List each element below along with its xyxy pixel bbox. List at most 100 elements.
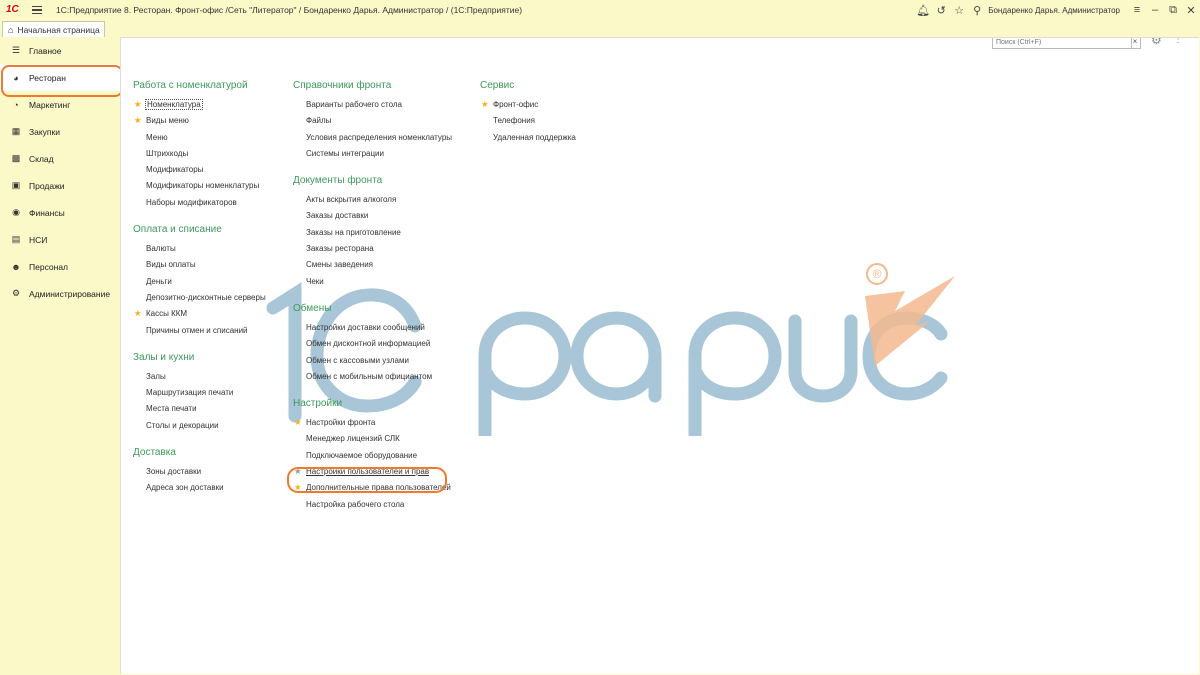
link-cancel-reasons[interactable]: Причины отмен и списаний: [133, 324, 266, 340]
group-title: Справочники фронта: [293, 80, 392, 91]
search-input[interactable]: [992, 38, 1132, 49]
link-delivery-zones[interactable]: Зоны доставки: [133, 465, 266, 481]
link-cooking-orders[interactable]: Заказы на приготовление: [293, 226, 452, 242]
link-menu-types[interactable]: ★ Виды меню: [133, 114, 266, 130]
favorite-star-icon: ★: [134, 99, 142, 109]
link-tables-decor[interactable]: Столы и декорации: [133, 419, 266, 435]
marketing-icon: ◔: [13, 99, 19, 110]
sidebar-item-restaurant[interactable]: ◕ Ресторан: [0, 64, 120, 91]
group-title: Залы и кухни: [133, 351, 195, 363]
link-front-office[interactable]: ★ Фронт-офис: [480, 98, 576, 114]
sidebar-item-personnel[interactable]: ☻ Персонал: [0, 253, 120, 280]
group-title: Работа с номенклатурой: [133, 80, 248, 91]
group-title: Оплата и списание: [133, 224, 222, 236]
current-user[interactable]: Бондаренко Дарья. Администратор: [988, 6, 1120, 15]
column-2: Справочники фронта Варианты рабочего сто…: [293, 80, 452, 514]
link-payment-types[interactable]: Виды оплаты: [133, 258, 266, 274]
favorite-star-icon: ★: [134, 308, 142, 319]
link-integration-systems[interactable]: Системы интеграции: [293, 147, 452, 163]
restaurant-icon: ◕: [13, 72, 19, 83]
link-front-settings[interactable]: ★ Настройки фронта: [293, 416, 452, 432]
tab-home-label: Начальная страница: [17, 24, 100, 35]
personnel-icon: ☻: [11, 261, 21, 272]
sidebar-item-label: Продажи: [29, 180, 65, 191]
link-additional-user-rights[interactable]: ★ Дополнительные права пользователей: [293, 481, 452, 497]
link-desktop-variants[interactable]: Варианты рабочего стола: [293, 98, 452, 114]
link-halls[interactable]: Залы: [133, 370, 266, 386]
sidebar-item-sales[interactable]: ▣ Продажи: [0, 172, 120, 199]
bell-icon[interactable]: 🔔︎: [914, 0, 932, 20]
link-files[interactable]: Файлы: [293, 114, 452, 130]
group-title: Настройки: [293, 398, 343, 410]
search-icon[interactable]: ⚲: [968, 0, 986, 20]
link-receipts[interactable]: Чеки: [293, 275, 452, 291]
sidebar-item-administration[interactable]: ⚙ Администрирование: [0, 280, 120, 307]
favorite-star-icon: ★: [134, 115, 142, 126]
link-user-rights-settings[interactable]: ★ Настройки пользователей и прав: [293, 465, 452, 481]
link-discount-exchange[interactable]: Обмен дисконтной информацией: [293, 337, 452, 353]
column-3: Сервис ★ Фронт-офис Телефония Удаленная п…: [480, 80, 576, 147]
link-print-routing[interactable]: Маршрутизация печати: [133, 386, 266, 402]
sidebar-item-warehouse[interactable]: ▩ Склад: [0, 145, 120, 172]
link-telephony[interactable]: Телефония: [480, 114, 576, 130]
sidebar-item-label: Маркетинг: [29, 99, 71, 110]
sidebar-item-main[interactable]: ☰ Главное: [0, 37, 120, 64]
sales-icon: ▣: [11, 180, 21, 190]
reference-icon: ▤: [11, 234, 21, 244]
link-license-manager[interactable]: Менеджер лицензий СЛК: [293, 432, 452, 448]
sidebar-item-label: Склад: [29, 153, 54, 164]
favorites-star-icon[interactable]: ☆: [950, 0, 968, 20]
group-title: Доставка: [133, 447, 176, 459]
link-print-places[interactable]: Места печати: [133, 402, 266, 418]
sidebar-item-finance[interactable]: ◉ Финансы: [0, 199, 120, 226]
link-delivery-zone-addresses[interactable]: Адреса зон доставки: [133, 481, 266, 497]
search-clear-button[interactable]: ×: [1130, 38, 1141, 49]
history-icon[interactable]: ↺: [932, 0, 950, 20]
link-cash-node-exchange[interactable]: Обмен с кассовыми узлами: [293, 354, 452, 370]
group-title: Документы фронта: [293, 175, 383, 187]
link-modifiers[interactable]: Модификаторы: [133, 163, 266, 179]
favorite-star-icon: ★: [294, 417, 302, 428]
sidebar-item-reference[interactable]: ▤ НСИ: [0, 226, 120, 253]
sidebar-item-label: НСИ: [29, 234, 48, 245]
settings-gear-icon[interactable]: ⚙: [1151, 38, 1162, 47]
restore-icon[interactable]: ⧉: [1164, 0, 1182, 20]
warehouse-icon: ▩: [11, 153, 21, 163]
1c-logo-icon: 1С: [6, 4, 19, 15]
link-alcohol-acts[interactable]: Акты вскрытия алкоголя: [293, 193, 452, 209]
sidebar-item-label: Главное: [29, 45, 62, 56]
link-menu[interactable]: Меню: [133, 131, 266, 147]
sidebar-item-label: Персонал: [29, 261, 69, 272]
close-icon[interactable]: ✕: [1182, 0, 1200, 20]
link-discount-servers[interactable]: Депозитно-дисконтные серверы: [133, 291, 266, 307]
link-nomenclature[interactable]: ★ Номенклатура: [133, 98, 266, 114]
title-bar-tools: 🔔︎ ↺ ☆ ⚲ Бондаренко Дарья. Администратор…: [914, 0, 1200, 20]
sidebar-item-marketing[interactable]: ◔ Маркетинг: [0, 91, 120, 118]
link-modifier-sets[interactable]: Наборы модификаторов: [133, 196, 266, 212]
group-title: Сервис: [480, 80, 515, 91]
link-barcodes[interactable]: Штрихкоды: [133, 147, 266, 163]
sidebar-item-purchases[interactable]: ▦ Закупки: [0, 118, 120, 145]
settings-menu-icon[interactable]: ≡: [1128, 0, 1146, 20]
link-shifts[interactable]: Смены заведения: [293, 258, 452, 274]
link-restaurant-orders[interactable]: Заказы ресторана: [293, 242, 452, 258]
sections-panel: ☰ Главное ◕ Ресторан ◔ Маркетинг ▦ Закуп…: [0, 37, 120, 675]
more-icon[interactable]: ⋮: [1173, 38, 1183, 45]
link-connected-equipment[interactable]: Подключаемое оборудование: [293, 449, 452, 465]
link-desktop-settings[interactable]: Настройка рабочего стола: [293, 498, 452, 514]
link-distribution-conditions[interactable]: Условия распределения номенклатуры: [293, 131, 452, 147]
minimize-icon[interactable]: –: [1146, 0, 1164, 20]
main-menu-button[interactable]: [30, 3, 44, 17]
registered-mark: ®: [873, 267, 882, 281]
link-nomenclature-modifiers[interactable]: Модификаторы номенклатуры: [133, 179, 266, 195]
link-message-delivery-settings[interactable]: Настройки доставки сообщений: [293, 321, 452, 337]
link-money[interactable]: Деньги: [133, 275, 266, 291]
link-cash-registers[interactable]: ★ Кассы ККМ: [133, 307, 266, 323]
favorite-star-icon: ★: [294, 466, 302, 477]
link-remote-support[interactable]: Удаленная поддержка: [480, 131, 576, 147]
link-mobile-waiter-exchange[interactable]: Обмен с мобильным официантом: [293, 370, 452, 386]
link-delivery-orders[interactable]: Заказы доставки: [293, 209, 452, 225]
tab-home-page[interactable]: ⌂ Начальная страница: [2, 21, 105, 37]
favorite-star-icon: ★: [294, 482, 302, 493]
link-currencies[interactable]: Валюты: [133, 242, 266, 258]
